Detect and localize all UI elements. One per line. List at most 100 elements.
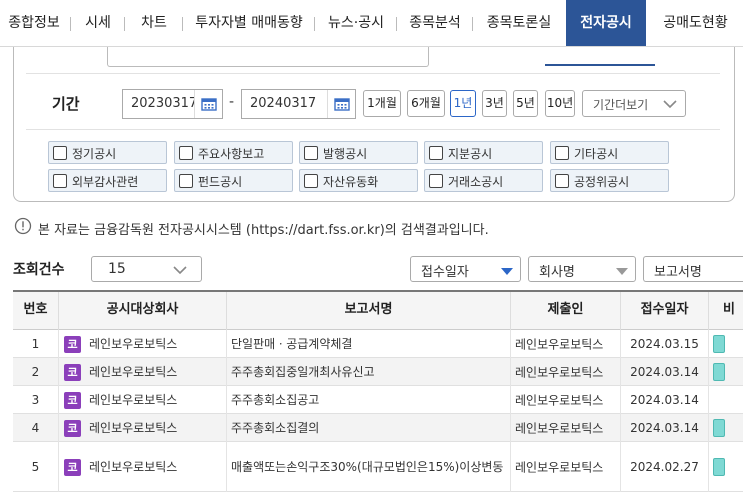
filter-checkbox[interactable]: 자산유동화 — [299, 169, 418, 192]
checkbox-box[interactable] — [555, 146, 569, 160]
received-date: 2024.03.15 — [630, 337, 699, 351]
sort-date-select[interactable]: 접수일자 — [410, 256, 521, 282]
table-cell: 2024.03.14 — [621, 414, 709, 442]
report-link[interactable]: 매출액또는손익구조30%(대규모법인은15%)이상변동 — [231, 460, 503, 474]
filter-checkbox[interactable]: 기타공시 — [550, 141, 669, 164]
nav-tab[interactable]: 시세 — [74, 0, 122, 46]
company-link[interactable]: 레인보우로보틱스 — [89, 365, 177, 379]
nav-tab[interactable]: 종목분석 — [400, 0, 470, 46]
checkbox-label: 정기공시 — [72, 147, 117, 161]
note-icon[interactable] — [713, 335, 725, 353]
report-link[interactable]: 주주총회소집공고 — [231, 393, 319, 407]
triangle-down-icon — [501, 265, 513, 280]
table-cell — [709, 386, 743, 414]
nav-tab[interactable]: 투자자별 매매동향 — [186, 0, 312, 46]
submitter-name: 레인보우로보틱스 — [515, 393, 604, 408]
nav-tab[interactable]: 차트 — [128, 0, 180, 46]
kosdaq-badge: 코 — [64, 420, 81, 437]
nav-tab[interactable]: 전자공시 — [566, 0, 646, 46]
header-submitter: 제출인 — [511, 292, 621, 330]
nav-tab[interactable]: 공매도현황 — [648, 0, 743, 46]
table-cell: 주주총회소집결의 — [227, 414, 511, 442]
table-cell: 매출액또는손익구조30%(대규모법인은15%)이상변동 — [227, 442, 511, 492]
report-link[interactable]: 주주총회소집결의 — [231, 421, 319, 435]
table-cell: 2024.03.15 — [621, 330, 709, 358]
checkbox-box[interactable] — [53, 174, 67, 188]
checkbox-box[interactable] — [555, 174, 569, 188]
search-input-partial[interactable] — [107, 47, 429, 67]
row-number: 3 — [31, 393, 40, 407]
company-link[interactable]: 레인보우로보틱스 — [89, 460, 177, 474]
header-date: 접수일자 — [621, 292, 709, 330]
table-cell: 1 — [13, 330, 59, 358]
checkbox-label: 공정위공시 — [574, 175, 630, 189]
note-icon[interactable] — [713, 458, 725, 476]
period-more-select[interactable]: 기간더보기 — [582, 90, 686, 117]
checkbox-box[interactable] — [429, 174, 443, 188]
received-date: 2024.03.14 — [630, 393, 699, 407]
table-cell: 2024.03.14 — [621, 358, 709, 386]
company-link[interactable]: 레인보우로보틱스 — [89, 393, 177, 407]
date-to-field[interactable]: 20240317 — [241, 89, 341, 119]
note-icon[interactable] — [713, 363, 725, 381]
table-cell — [709, 358, 743, 386]
table-cell: 레인보우로보틱스 — [511, 414, 621, 442]
table-cell — [709, 330, 743, 358]
checkbox-box[interactable] — [179, 174, 193, 188]
filter-checkbox[interactable]: 주요사항보고 — [174, 141, 293, 164]
checkbox-box[interactable] — [429, 146, 443, 160]
checkbox-label: 자산유동화 — [323, 175, 379, 189]
search-button-partial[interactable] — [545, 47, 655, 66]
filter-checkbox[interactable]: 정기공시 — [48, 141, 167, 164]
chevron-down-icon — [173, 264, 187, 279]
period-button[interactable]: 5년 — [513, 90, 538, 117]
report-link[interactable]: 단일판매ㆍ공급계약체결 — [231, 337, 352, 351]
table-header: 번호 공시대상회사 보고서명 제출인 접수일자 비 — [13, 292, 743, 330]
received-date: 2024.02.27 — [630, 460, 699, 474]
checkbox-box[interactable] — [179, 146, 193, 160]
filter-checkbox[interactable]: 공정위공시 — [550, 169, 669, 192]
filter-checkbox[interactable]: 펀드공시 — [174, 169, 293, 192]
report-link[interactable]: 주주총회집중일개최사유신고 — [231, 365, 375, 379]
count-select[interactable]: 15 — [91, 256, 202, 282]
table-cell: 단일판매ㆍ공급계약체결 — [227, 330, 511, 358]
header-company: 공시대상회사 — [59, 292, 227, 330]
checkbox-label: 거래소공시 — [448, 175, 504, 189]
checkbox-box[interactable] — [304, 146, 318, 160]
note-icon[interactable] — [713, 419, 725, 437]
period-button[interactable]: 1년 — [450, 90, 476, 117]
kosdaq-badge: 코 — [64, 364, 81, 381]
company-link[interactable]: 레인보우로보틱스 — [89, 421, 177, 435]
filter-checkbox[interactable]: 발행공시 — [299, 141, 418, 164]
checkbox-box[interactable] — [304, 174, 318, 188]
date-to-calendar-button[interactable] — [327, 89, 356, 119]
sort-report-select[interactable]: 보고서명 — [643, 256, 743, 282]
table-cell: 레인보우로보틱스 — [511, 386, 621, 414]
nav-separator — [396, 17, 397, 31]
period-button[interactable]: 1개월 — [363, 90, 401, 117]
company-link[interactable]: 레인보우로보틱스 — [89, 337, 177, 351]
filter-checkbox[interactable]: 거래소공시 — [424, 169, 543, 192]
row-number: 1 — [31, 337, 40, 351]
nav-tab[interactable]: 종목토론실 — [476, 0, 562, 46]
nav-tab[interactable]: 뉴스·공시 — [318, 0, 394, 46]
period-button[interactable]: 6개월 — [407, 90, 445, 117]
chevron-down-icon — [663, 98, 677, 113]
filter-checkbox[interactable]: 지분공시 — [424, 141, 543, 164]
filter-checkbox[interactable]: 외부감사관련 — [48, 169, 167, 192]
nav-tab[interactable]: 종합정보 — [0, 0, 68, 46]
period-button[interactable]: 10년 — [545, 90, 575, 117]
table-row: 5 코 레인보우로보틱스 매출액또는손익구조30%(대규모법인은15%)이상변동 레인보… — [13, 442, 743, 492]
period-button[interactable]: 3년 — [482, 90, 507, 117]
nav-separator — [472, 17, 473, 31]
table-row: 2 코 레인보우로보틱스 주주총회집중일개최사유신고 레인보우로보틱스 2024.03.1… — [13, 358, 743, 386]
table-cell: 코 레인보우로보틱스 — [59, 386, 227, 414]
table-cell: 주주총회집중일개최사유신고 — [227, 358, 511, 386]
table-row: 1 코 레인보우로보틱스 단일판매ㆍ공급계약체결 레인보우로보틱스 2024.03.15 — [13, 330, 743, 358]
date-from-calendar-button[interactable] — [194, 89, 223, 119]
row-number: 4 — [31, 421, 40, 435]
sort-company-select[interactable]: 회사명 — [528, 256, 636, 282]
nav-separator — [314, 17, 315, 31]
checkbox-label: 펀드공시 — [198, 175, 243, 189]
checkbox-box[interactable] — [53, 146, 67, 160]
